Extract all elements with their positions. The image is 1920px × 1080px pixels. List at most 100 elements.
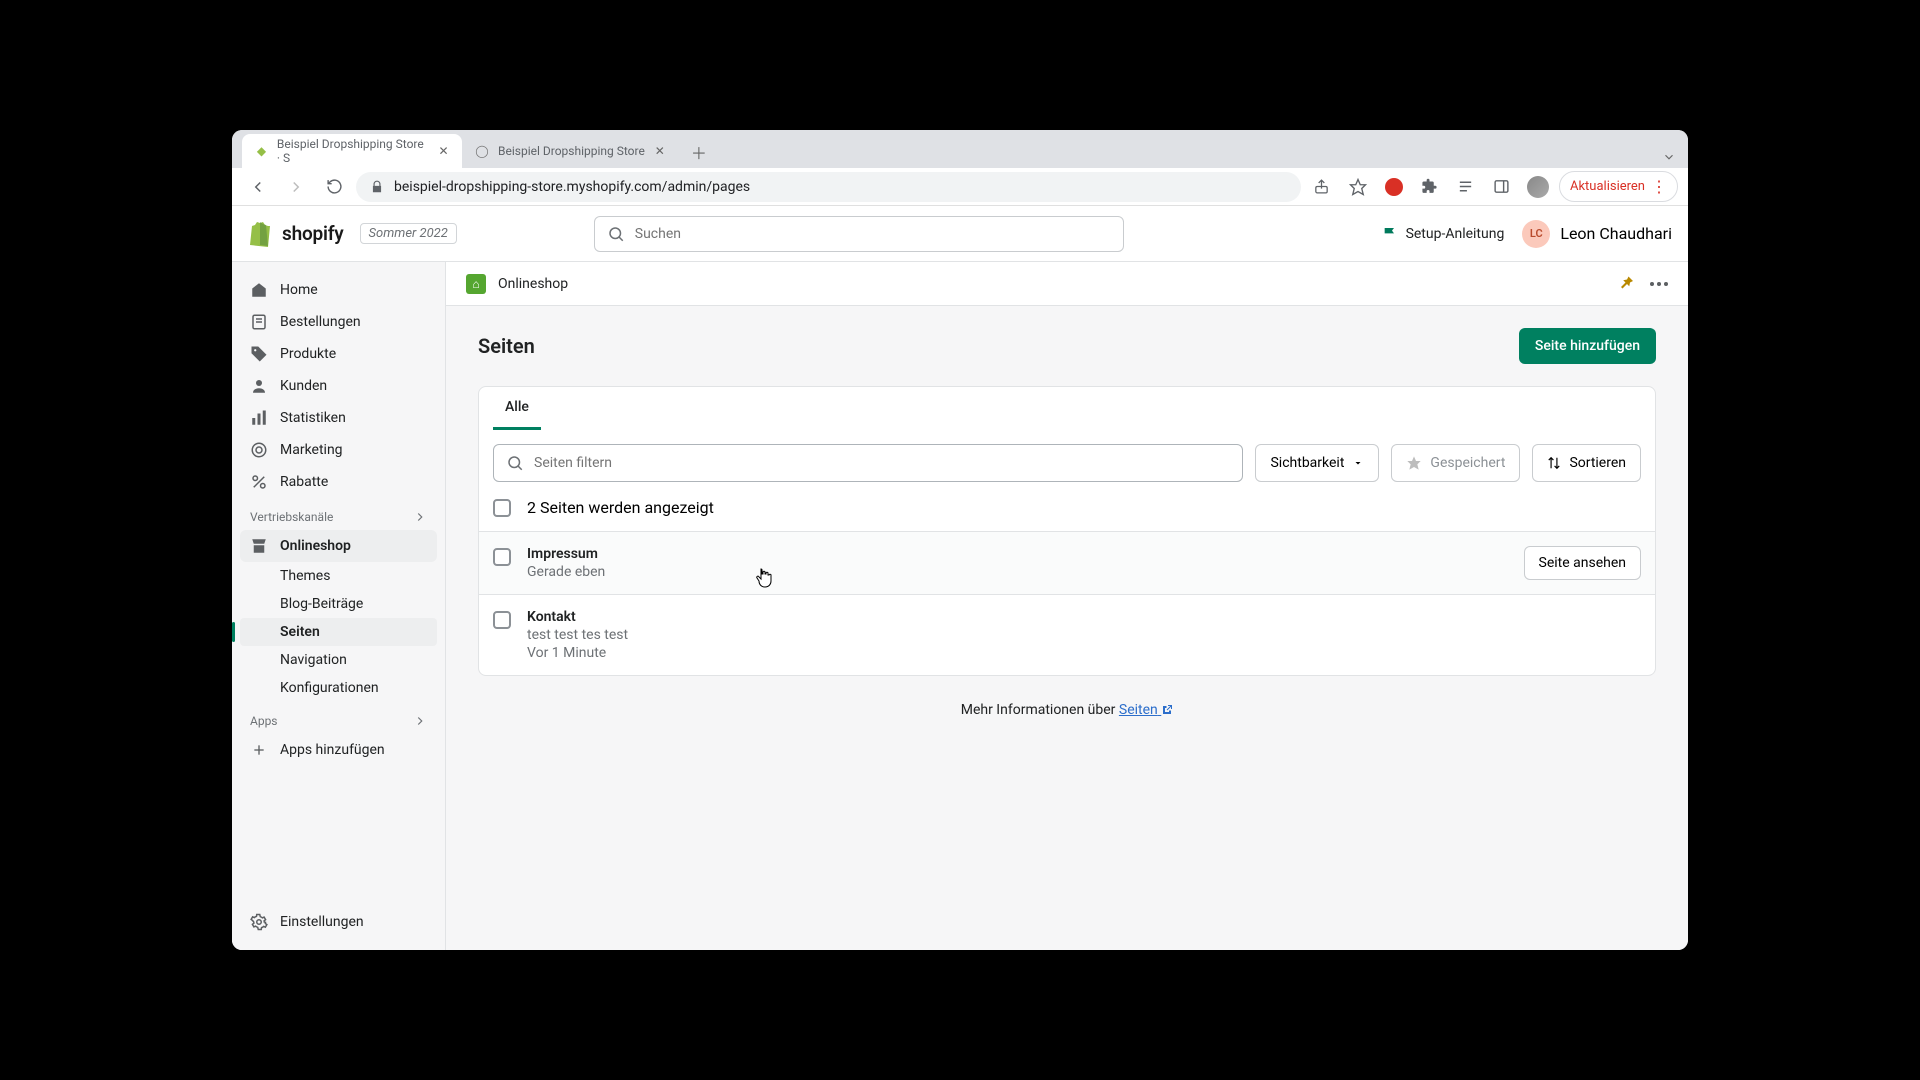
globe-favicon-icon: ◯	[474, 143, 490, 159]
profile-avatar[interactable]	[1523, 172, 1553, 202]
global-search[interactable]	[594, 216, 1124, 252]
tabs-dropdown-icon[interactable]	[1662, 150, 1676, 164]
row-title: Kontakt	[527, 609, 628, 625]
sidebar-sub-navigation[interactable]: Navigation	[240, 646, 437, 674]
row-checkbox[interactable]	[493, 548, 511, 566]
sidebar-item-label: Apps hinzufügen	[280, 742, 385, 758]
sort-button[interactable]: Sortieren	[1532, 444, 1641, 482]
sort-label: Sortieren	[1569, 455, 1626, 471]
table-row[interactable]: Kontakt test test tes test Vor 1 Minute	[479, 594, 1655, 675]
sidebar-item-onlineshop[interactable]: Onlineshop	[240, 530, 437, 562]
view-page-button[interactable]: Seite ansehen	[1524, 546, 1641, 580]
brand-text: shopify	[282, 222, 344, 245]
more-icon[interactable]	[1650, 282, 1668, 286]
footer-text: Mehr Informationen über	[961, 702, 1119, 718]
select-all-checkbox[interactable]	[493, 499, 511, 517]
share-icon[interactable]	[1307, 172, 1337, 202]
reading-list-icon[interactable]	[1451, 172, 1481, 202]
row-excerpt: test test tes test	[527, 627, 628, 643]
reload-button[interactable]	[318, 171, 350, 203]
visibility-filter[interactable]: Sichtbarkeit	[1255, 444, 1379, 482]
new-tab-button[interactable]: ＋	[685, 138, 713, 166]
sidebar-item-label: Kunden	[280, 378, 327, 394]
sidebar-item-marketing[interactable]: Marketing	[240, 434, 437, 466]
sidebar-item-products[interactable]: Produkte	[240, 338, 437, 370]
card-tabs: Alle	[479, 387, 1655, 430]
recording-icon[interactable]	[1379, 172, 1409, 202]
filter-input[interactable]	[534, 455, 1230, 471]
row-timestamp: Vor 1 Minute	[527, 645, 628, 661]
user-name: Leon Chaudhari	[1560, 224, 1672, 243]
sidebar-item-label: Rabatte	[280, 474, 328, 490]
main-area: ⌂ Onlineshop Seiten Seite hinzufügen All…	[446, 262, 1688, 950]
sidebar-sub-pages[interactable]: Seiten	[240, 618, 437, 646]
sidepanel-icon[interactable]	[1487, 172, 1517, 202]
sidebar-item-label: Produkte	[280, 346, 336, 362]
sidebar-item-customers[interactable]: Kunden	[240, 370, 437, 402]
sidebar-item-analytics[interactable]: Statistiken	[240, 402, 437, 434]
pages-card: Alle Sichtbarkeit Gespeic	[478, 386, 1656, 676]
extensions-icon[interactable]	[1415, 172, 1445, 202]
shopify-favicon-icon: ◆	[254, 143, 269, 159]
chevron-right-icon[interactable]	[413, 714, 427, 728]
sidebar-sub-blog[interactable]: Blog-Beiträge	[240, 590, 437, 618]
gear-icon	[250, 913, 268, 931]
tag-icon	[250, 345, 268, 363]
filter-wrapper[interactable]	[493, 444, 1243, 482]
chevron-right-icon[interactable]	[413, 510, 427, 524]
sidebar-item-settings[interactable]: Einstellungen	[240, 906, 437, 938]
footer-help: Mehr Informationen über Seiten	[446, 684, 1688, 736]
sidebar-section-apps: Apps	[240, 702, 437, 734]
sidebar-section-channels: Vertriebskanäle	[240, 498, 437, 530]
orders-icon	[250, 313, 268, 331]
user-initials: LC	[1522, 220, 1550, 248]
app-body: Home Bestellungen Produkte Kunden Statis…	[232, 262, 1688, 950]
sidebar-item-home[interactable]: Home	[240, 274, 437, 306]
url-text: beispiel-dropshipping-store.myshopify.co…	[394, 179, 750, 195]
search-icon	[506, 454, 524, 472]
browser-tab-1[interactable]: ◯ Beispiel Dropshipping Store ✕	[462, 134, 679, 168]
filter-toolbar: Sichtbarkeit Gespeichert Sortieren	[479, 430, 1655, 482]
browser-window: ◆ Beispiel Dropshipping Store · S ✕ ◯ Be…	[232, 130, 1688, 950]
add-page-button[interactable]: Seite hinzufügen	[1519, 328, 1656, 364]
url-field[interactable]: beispiel-dropshipping-store.myshopify.co…	[356, 172, 1301, 202]
row-timestamp: Gerade eben	[527, 564, 605, 580]
back-button[interactable]	[242, 171, 274, 203]
forward-button[interactable]	[280, 171, 312, 203]
shopify-bag-icon	[248, 221, 272, 247]
sidebar-item-label: Onlineshop	[280, 538, 351, 554]
sidebar-item-discounts[interactable]: Rabatte	[240, 466, 437, 498]
sidebar-item-add-apps[interactable]: Apps hinzufügen	[240, 734, 437, 766]
close-icon[interactable]: ✕	[437, 144, 450, 158]
page-header: Seiten Seite hinzufügen	[446, 306, 1688, 374]
search-input[interactable]	[635, 226, 1111, 242]
shopify-logo[interactable]: shopify	[248, 221, 344, 247]
user-menu[interactable]: LC Leon Chaudhari	[1522, 220, 1672, 248]
store-icon	[250, 537, 268, 555]
footer-link[interactable]: Seiten	[1119, 702, 1173, 718]
browser-tabbar: ◆ Beispiel Dropshipping Store · S ✕ ◯ Be…	[232, 130, 1688, 168]
sidebar-sub-themes[interactable]: Themes	[240, 562, 437, 590]
sidebar-sub-config[interactable]: Konfigurationen	[240, 674, 437, 702]
section-label: Apps	[250, 714, 278, 728]
page-crumb: ⌂ Onlineshop	[446, 262, 1688, 306]
close-icon[interactable]: ✕	[653, 144, 667, 158]
plus-icon	[250, 741, 268, 759]
setup-guide-link[interactable]: Setup-Anleitung	[1382, 226, 1505, 242]
tab-title: Beispiel Dropshipping Store · S	[277, 137, 429, 165]
update-button[interactable]: Aktualisieren ⋮	[1559, 171, 1678, 202]
flag-icon	[1382, 226, 1398, 242]
home-icon	[250, 281, 268, 299]
tab-title: Beispiel Dropshipping Store	[498, 144, 645, 158]
table-row[interactable]: Impressum Gerade eben Seite ansehen	[479, 531, 1655, 594]
row-checkbox[interactable]	[493, 611, 511, 629]
setup-guide-label: Setup-Anleitung	[1406, 226, 1505, 242]
row-title: Impressum	[527, 546, 605, 562]
saved-filter[interactable]: Gespeichert	[1391, 444, 1520, 482]
pin-icon[interactable]	[1618, 275, 1636, 293]
star-icon[interactable]	[1343, 172, 1373, 202]
sidebar-item-orders[interactable]: Bestellungen	[240, 306, 437, 338]
browser-tab-0[interactable]: ◆ Beispiel Dropshipping Store · S ✕	[242, 134, 462, 168]
tab-all[interactable]: Alle	[493, 387, 541, 430]
browser-addressbar: beispiel-dropshipping-store.myshopify.co…	[232, 168, 1688, 206]
